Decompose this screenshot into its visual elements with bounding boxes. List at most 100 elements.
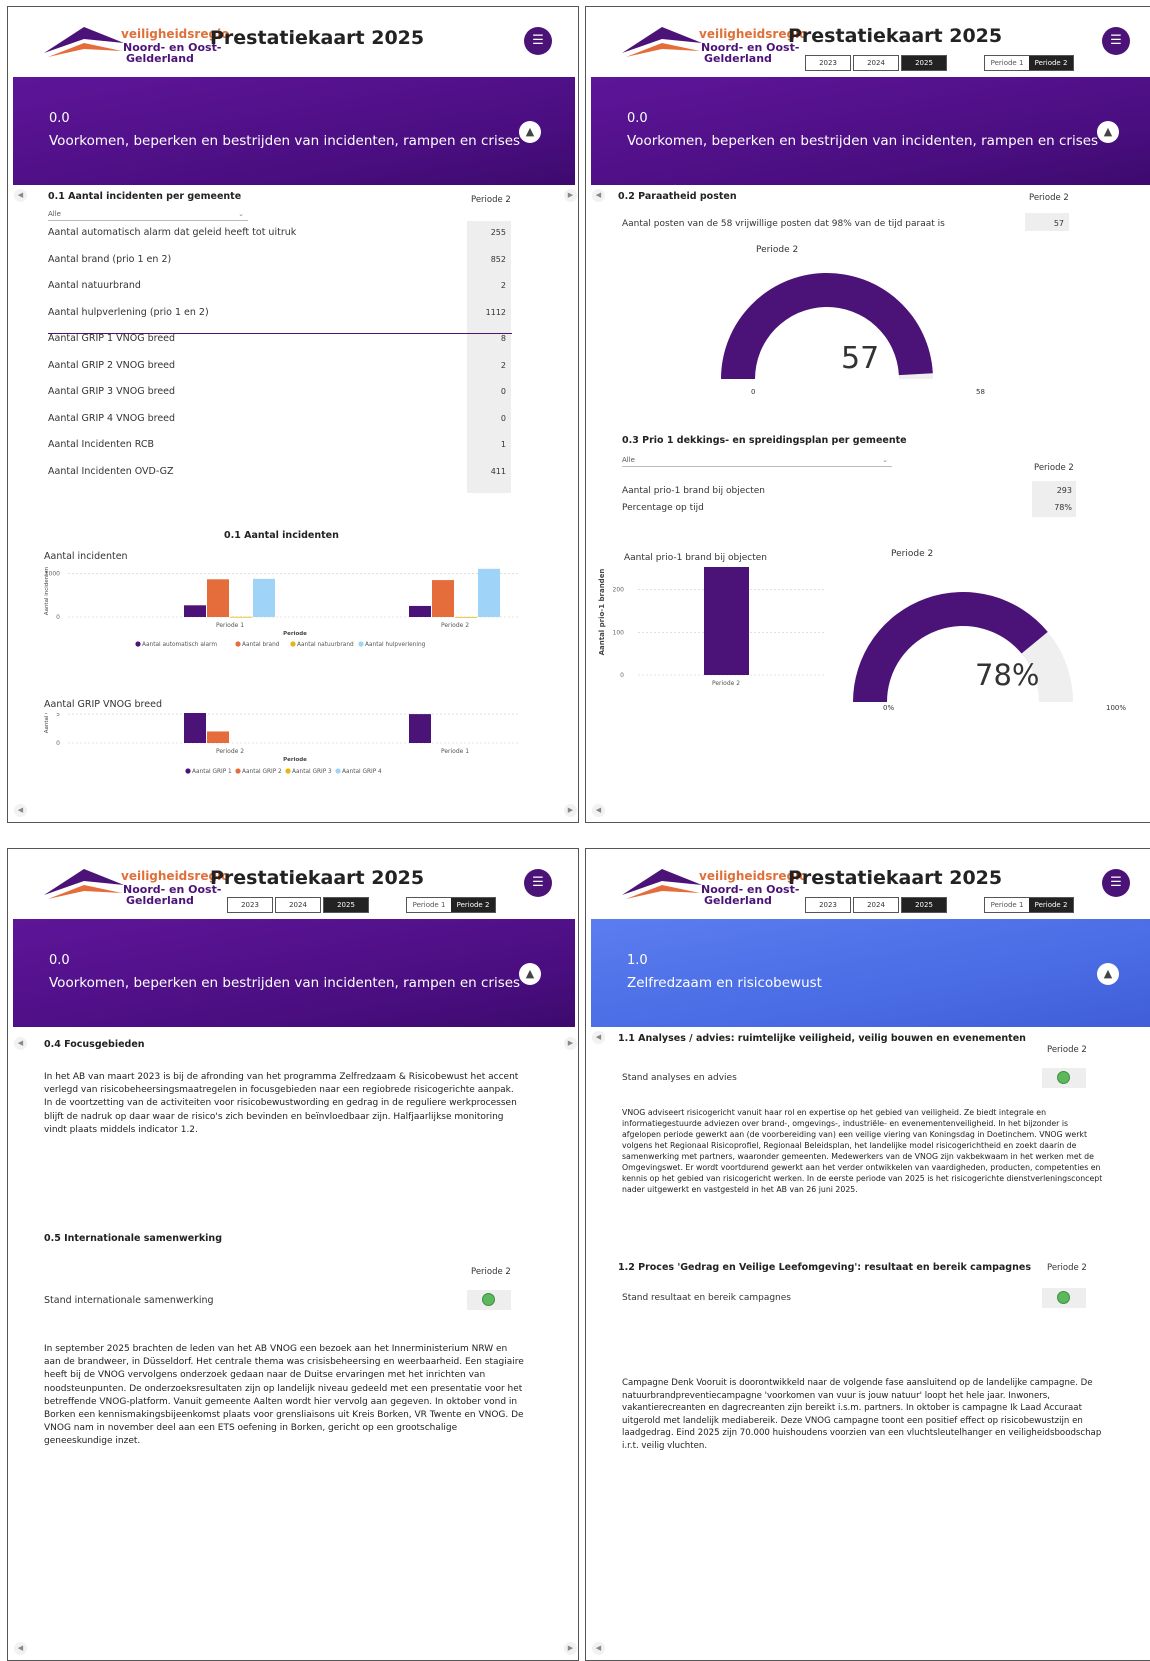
x-tick-label: Periode 1 — [441, 748, 469, 755]
gauge-title: Periode 2 — [891, 549, 934, 559]
panel-focusgebieden: veiligheidsregio Noord- en Oost- Gelderl… — [7, 848, 579, 1661]
row-value: 255 — [490, 228, 506, 237]
legend-marker — [135, 641, 141, 647]
legend-label: Aantal GRIP 3 — [292, 769, 332, 775]
legend-marker — [235, 641, 241, 647]
status-label: Stand resultaat en bereik campagnes — [622, 1293, 791, 1303]
gauge-value: 57 — [841, 341, 880, 376]
grip-chart: 05Aantal GRIPPeriode 2 Periode 1PeriodeAa… — [44, 713, 518, 775]
chevron-left-icon[interactable]: ◀ — [592, 189, 605, 202]
panel-incidenten: veiligheidsregio Noord- en Oost- Gelderl… — [7, 6, 579, 823]
banner-name: Voorkomen, beperken en bestrijden van in… — [627, 133, 1099, 149]
page-title: Prestatiekaart 2025 — [210, 867, 425, 889]
year-2024[interactable]: 2024 — [853, 897, 899, 913]
chevron-up-icon[interactable]: ▲ — [519, 963, 541, 985]
panel-zelfredzaam: veiligheidsregio Noord- en Oost- Gelderl… — [585, 848, 1150, 1661]
banner-code: 0.0 — [627, 111, 648, 126]
chevron-up-icon[interactable]: ▲ — [519, 121, 541, 143]
legend-label: Aantal hulpverlening — [365, 642, 426, 648]
section-title: 0.4 Focusgebieden — [44, 1039, 145, 1050]
logo-line3: Gelderland — [126, 894, 194, 907]
period-1[interactable]: Periode 1 — [985, 898, 1029, 912]
section-title: 0.5 Internationale samenwerking — [44, 1233, 222, 1244]
chevron-up-icon[interactable]: ▲ — [1097, 121, 1119, 143]
chevron-left-icon[interactable]: ◀ — [592, 1642, 605, 1655]
section-banner: 0.0 Voorkomen, beperken en bestrijden va… — [591, 77, 1150, 185]
year-selector: 2023 2024 2025 — [805, 55, 949, 71]
period-2[interactable]: Periode 2 — [451, 898, 495, 912]
municipality-dropdown[interactable]: Alle ⌄ — [48, 207, 248, 221]
bar — [184, 605, 206, 617]
menu-icon[interactable]: ☰ — [524, 869, 552, 897]
samenwerking-text: In september 2025 brachten de leden van … — [44, 1344, 524, 1447]
y-tick-label: 0 — [56, 740, 60, 747]
chevron-left-icon[interactable]: ◀ — [14, 189, 27, 202]
row-label: Percentage op tijd — [622, 503, 704, 513]
year-2025[interactable]: 2025 — [901, 897, 947, 913]
period-1[interactable]: Periode 1 — [407, 898, 451, 912]
chevron-up-icon[interactable]: ▲ — [1097, 963, 1119, 985]
row-value: 411 — [490, 466, 506, 476]
row-label: Aantal GRIP 1 VNOG breed — [48, 333, 176, 344]
chevron-right-icon[interactable]: ▶ — [564, 804, 577, 817]
year-2024[interactable]: 2024 — [275, 897, 321, 913]
chevron-right-icon[interactable]: ▶ — [564, 1642, 577, 1655]
row-label: Aantal natuurbrand — [48, 280, 141, 291]
chart2-title: Aantal GRIP VNOG breed — [44, 699, 162, 710]
legend-marker — [335, 768, 341, 774]
section-title: 0.3 Prio 1 dekkings- en spreidingsplan p… — [622, 435, 907, 446]
bar — [184, 713, 206, 743]
period-selector: Periode 1 Periode 2 — [406, 897, 496, 913]
period-2[interactable]: Periode 2 — [1029, 56, 1073, 70]
chevron-left-icon[interactable]: ◀ — [14, 1642, 27, 1655]
row-value: 78% — [1054, 503, 1072, 512]
chevron-right-icon[interactable]: ▶ — [564, 1037, 577, 1050]
bar — [409, 714, 431, 743]
section-banner: 0.0 Voorkomen, beperken en bestrijden va… — [13, 77, 575, 185]
gauge-min: 0 — [751, 388, 756, 396]
legend-marker — [290, 641, 296, 647]
legend-label: Aantal GRIP 4 — [342, 769, 382, 775]
legend-label: Aantal automatisch alarm — [142, 642, 217, 648]
banner-name: Voorkomen, beperken en bestrijden van in… — [49, 975, 521, 991]
year-2025[interactable]: 2025 — [901, 55, 947, 71]
chevron-left-icon[interactable]: ◀ — [14, 804, 27, 817]
period-2[interactable]: Periode 2 — [1029, 898, 1073, 912]
menu-icon[interactable]: ☰ — [1102, 869, 1130, 897]
logo-roof-icon — [622, 27, 702, 57]
municipality-dropdown[interactable]: Alle ⌄ — [622, 453, 892, 467]
status-dot-icon — [1057, 1291, 1070, 1304]
panel-paraatheid: veiligheidsregio Noord- en Oost- Gelderl… — [585, 6, 1150, 823]
analyses-text: VNOG adviseert risicogericht vanuit haar… — [622, 1108, 1103, 1194]
year-2024[interactable]: 2024 — [853, 55, 899, 71]
period-label: Periode 2 — [1047, 1263, 1087, 1273]
status-label: Stand internationale samenwerking — [44, 1295, 214, 1306]
x-tick-label: Periode 2 — [441, 622, 469, 629]
menu-icon[interactable]: ☰ — [524, 27, 552, 55]
page-title: Prestatiekaart 2025 — [788, 867, 1003, 889]
menu-icon[interactable]: ☰ — [1102, 27, 1130, 55]
legend-label: Aantal brand — [242, 642, 280, 648]
row-value: 2 — [500, 281, 506, 290]
year-2023[interactable]: 2023 — [227, 897, 273, 913]
year-2025[interactable]: 2025 — [323, 897, 369, 913]
chevron-left-icon[interactable]: ◀ — [592, 1031, 605, 1044]
chevron-left-icon[interactable]: ◀ — [592, 804, 605, 817]
year-2023[interactable]: 2023 — [805, 55, 851, 71]
gauge-op-tijd — [853, 592, 1073, 702]
chevron-right-icon[interactable]: ▶ — [564, 189, 577, 202]
legend-marker — [285, 768, 291, 774]
row-value: 8 — [500, 334, 506, 343]
row-value: 1 — [500, 440, 506, 449]
logo-roof-icon — [622, 869, 702, 899]
banner-name: Voorkomen, beperken en bestrijden van in… — [49, 133, 521, 149]
chevron-left-icon[interactable]: ◀ — [14, 1037, 27, 1050]
period-1[interactable]: Periode 1 — [985, 56, 1029, 70]
year-2023[interactable]: 2023 — [805, 897, 851, 913]
banner-name: Zelfredzaam en risicobewust — [627, 975, 822, 991]
chevron-down-icon: ⌄ — [238, 210, 244, 218]
chart1-title: Aantal incidenten — [44, 551, 128, 562]
row-label: Aantal prio-1 brand bij objecten — [622, 486, 765, 496]
section-title: 1.1 Analyses / advies: ruimtelijke veili… — [618, 1033, 1026, 1044]
bar — [207, 579, 229, 617]
